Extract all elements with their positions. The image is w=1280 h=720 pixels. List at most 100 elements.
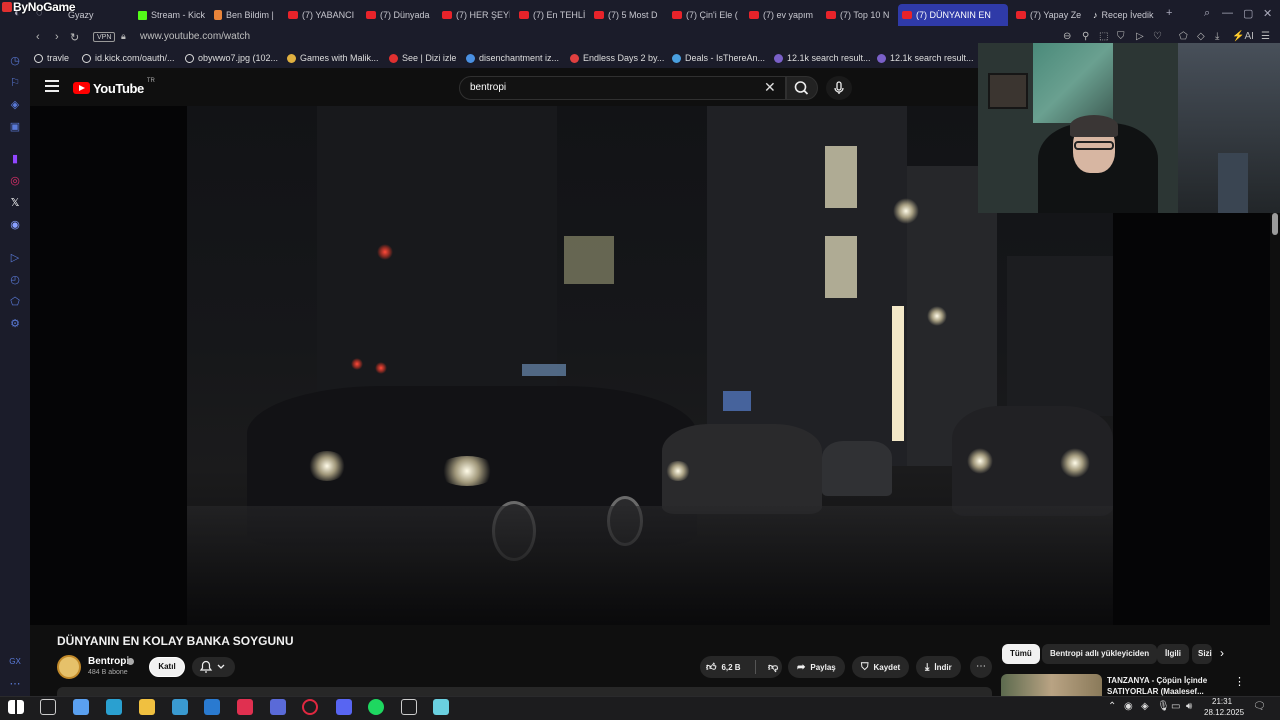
- discord-icon[interactable]: [336, 699, 352, 715]
- downloads-icon[interactable]: ⤓: [1215, 31, 1219, 42]
- tab-4[interactable]: (7) Dünyada: [362, 4, 434, 26]
- tray-app-icon[interactable]: ◉: [1124, 701, 1133, 712]
- player-toolbar-icon[interactable]: ▷: [1136, 31, 1144, 42]
- bookmark-item[interactable]: 12.1k search result...: [877, 53, 974, 63]
- extensions-icon[interactable]: ⬠: [9, 296, 21, 308]
- channel-name[interactable]: Bentropi: [88, 656, 129, 667]
- save-button[interactable]: ⛉ Kaydet: [852, 656, 910, 678]
- share-button[interactable]: ➦ Paylaş: [788, 656, 845, 678]
- tab-9[interactable]: (7) ev yapım: [745, 4, 818, 26]
- network-icon[interactable]: ▭: [1171, 701, 1180, 712]
- youtube-logo[interactable]: YouTube TR: [73, 78, 155, 96]
- download-button[interactable]: ⤓ İndir: [916, 656, 961, 678]
- edge-icon[interactable]: [106, 699, 122, 715]
- search-tabs-icon[interactable]: ⌕: [1204, 7, 1210, 20]
- x-twitter-icon[interactable]: 𝕏: [9, 197, 21, 209]
- new-tab-icon[interactable]: +: [1166, 7, 1172, 19]
- tab-13[interactable]: ♪ Recep İvedik: [1089, 4, 1159, 26]
- settings-icon[interactable]: ⚙: [9, 318, 21, 330]
- bookmark-item[interactable]: disenchantment iz...: [466, 53, 559, 63]
- forward-icon[interactable]: ›: [55, 31, 59, 43]
- tab-12[interactable]: (7) Yapay Ze: [1012, 4, 1085, 26]
- page-scrollbar[interactable]: [1272, 213, 1278, 235]
- more-sidebar-icon[interactable]: ⋯: [9, 678, 21, 690]
- join-button[interactable]: Katıl: [149, 657, 185, 677]
- tab-11[interactable]: (7) DÜNYANIN EN: [898, 4, 1008, 26]
- tab-8[interactable]: (7) Çin'i Ele (: [668, 4, 741, 26]
- hamburger-menu-icon[interactable]: [45, 80, 59, 92]
- bookmark-item[interactable]: Deals - IsThereAn...: [672, 53, 765, 63]
- maximize-icon[interactable]: ▢: [1243, 7, 1253, 20]
- kebab-menu-icon[interactable]: ⋮: [1234, 675, 1245, 688]
- search-button[interactable]: [786, 76, 818, 100]
- store-icon[interactable]: [172, 699, 188, 715]
- vpn-badge[interactable]: VPN: [93, 32, 116, 42]
- spotify-icon[interactable]: [368, 699, 384, 715]
- tab-7[interactable]: (7) 5 Most D: [590, 4, 664, 26]
- task-view-icon[interactable]: [40, 699, 56, 715]
- bookmark-item[interactable]: 12.1k search result...: [774, 53, 871, 63]
- copilot-icon[interactable]: [73, 699, 89, 715]
- ai-icon[interactable]: ⚡AI: [1232, 31, 1254, 42]
- opera-gx-icon[interactable]: [302, 699, 318, 715]
- notification-button[interactable]: [192, 657, 235, 677]
- bookmark-item[interactable]: id.kick.com/oauth/...: [82, 53, 175, 63]
- tab-10[interactable]: (7) Top 10 N: [822, 4, 894, 26]
- messenger-icon[interactable]: ▣: [9, 121, 21, 133]
- pocket-icon[interactable]: [237, 699, 253, 715]
- chevron-right-icon[interactable]: ›: [1220, 646, 1224, 660]
- app-icon[interactable]: [433, 699, 449, 715]
- wallet-icon[interactable]: ◇: [1197, 31, 1205, 42]
- voice-search-button[interactable]: [826, 76, 852, 100]
- bookmarks-icon[interactable]: ⚐: [9, 77, 21, 89]
- more-actions-icon[interactable]: ⋯: [970, 656, 992, 678]
- bookmark-item[interactable]: Games with Malik...: [287, 53, 379, 63]
- tab-6[interactable]: (7) En TEHLİ: [515, 4, 586, 26]
- bookmark-item[interactable]: travle: [34, 53, 69, 63]
- like-button[interactable]: 👍︎ 6,2 B: [700, 661, 750, 673]
- clock-time[interactable]: 21:31: [1212, 697, 1232, 706]
- twitch-icon[interactable]: ▮: [9, 153, 21, 165]
- recommended-video-title[interactable]: TANZANYA - Çöpün İçinde SATIYORLAR (Maal…: [1107, 675, 1222, 696]
- obs-icon[interactable]: [401, 699, 417, 715]
- dislike-button[interactable]: 👎︎: [761, 661, 778, 673]
- gaming-icon[interactable]: ◈: [9, 99, 21, 111]
- description-box[interactable]: [57, 687, 992, 696]
- pin-icon[interactable]: ⚲: [1082, 31, 1089, 42]
- chip-from-uploader[interactable]: Bentropi adlı yükleyiciden: [1042, 644, 1158, 664]
- clear-search-icon[interactable]: ✕: [764, 79, 776, 96]
- file-explorer-icon[interactable]: [139, 699, 155, 715]
- volume-icon[interactable]: 🔊︎: [1186, 701, 1192, 712]
- adblock-icon[interactable]: ⛉: [1117, 31, 1125, 42]
- tray-chevron-icon[interactable]: ⌃: [1108, 701, 1116, 712]
- microphone-tray-icon[interactable]: 🎙︎: [1157, 701, 1170, 712]
- mail-icon[interactable]: [204, 699, 220, 715]
- bookmark-item[interactable]: obywwo7.jpg (102...: [185, 53, 278, 63]
- player-icon[interactable]: ▷: [9, 252, 21, 264]
- minimize-icon[interactable]: —: [1222, 7, 1233, 19]
- zoom-icon[interactable]: ⊖: [1063, 31, 1071, 42]
- search-input[interactable]: [470, 82, 750, 93]
- channel-avatar[interactable]: [57, 655, 81, 679]
- bookmark-item[interactable]: Endless Days 2 by...: [570, 53, 664, 63]
- tab-2[interactable]: Ben Bildim |: [210, 4, 280, 26]
- tab-3[interactable]: (7) YABANCI: [284, 4, 358, 26]
- extensions-toolbar-icon[interactable]: ⬠: [1179, 31, 1188, 42]
- back-icon[interactable]: ‹: [36, 31, 40, 43]
- heart-icon[interactable]: ♡: [1153, 31, 1162, 42]
- clock-date[interactable]: 28.12.2025: [1204, 708, 1244, 717]
- close-window-icon[interactable]: ✕: [1263, 7, 1272, 20]
- snapshot-icon[interactable]: ⬚: [1099, 31, 1108, 42]
- tray-app-icon[interactable]: ◈: [1141, 701, 1149, 712]
- history-icon[interactable]: ◴: [9, 274, 21, 286]
- recommended-video-thumbnail[interactable]: [1001, 674, 1102, 696]
- chip-related[interactable]: İlgili: [1157, 644, 1189, 664]
- bookmark-item[interactable]: See | Dizi izle: [389, 53, 456, 63]
- url-field[interactable]: www.youtube.com/watch: [140, 31, 250, 42]
- lock-icon[interactable]: 🔒︎: [121, 31, 126, 42]
- easy-setup-icon[interactable]: ☰: [1261, 31, 1270, 42]
- notifications-icon[interactable]: 🗨︎: [1253, 701, 1266, 712]
- start-icon[interactable]: [8, 700, 24, 714]
- reload-icon[interactable]: ↻: [70, 31, 79, 44]
- app-icon[interactable]: [270, 699, 286, 715]
